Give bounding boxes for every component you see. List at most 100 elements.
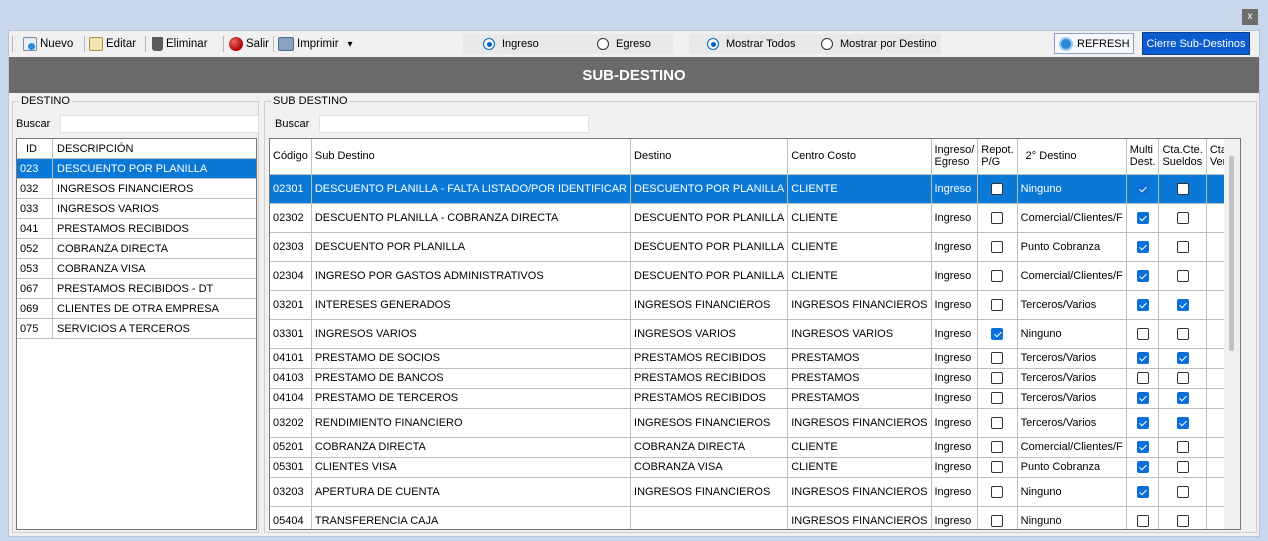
destino-row[interactable]: 023 DESCUENTO POR PLANILLA — [17, 159, 256, 179]
repot-pg-checkbox[interactable] — [991, 441, 1004, 454]
multi-dest-checkbox[interactable] — [1136, 514, 1149, 527]
editar-button[interactable]: Editar — [89, 35, 136, 53]
radio-mostrar-todos[interactable]: Mostrar Todos — [707, 38, 796, 50]
multi-dest-checkbox[interactable] — [1136, 441, 1149, 454]
repot-pg-checkbox[interactable] — [991, 461, 1004, 474]
destino-row[interactable]: 052 COBRANZA DIRECTA — [17, 239, 256, 259]
chevron-down-icon[interactable]: ▾ — [348, 39, 353, 50]
multi-dest-checkbox[interactable] — [1136, 211, 1149, 224]
table-row[interactable]: 04104 PRESTAMO DE TERCEROS PRESTAMOS RECIB… — [270, 388, 1240, 409]
cta-sueldos-checkbox[interactable] — [1176, 514, 1189, 527]
cta-sueldos-checkbox[interactable] — [1176, 269, 1189, 282]
table-row[interactable]: 04103 PRESTAMO DE BANCOS PRESTAMOS RECIBID… — [270, 368, 1240, 389]
cta-sueldos-checkbox[interactable] — [1176, 441, 1189, 454]
table-row[interactable]: 05301 CLIENTES VISA COBRANZA VISA CLIENTE In… — [270, 457, 1240, 478]
imprimir-button[interactable]: Imprimir ▾ — [278, 35, 353, 53]
cta-sueldos-checkbox[interactable] — [1176, 372, 1189, 385]
table-row[interactable]: 03202 RENDIMIENTO FINANCIERO INGRESOS FINA… — [270, 408, 1240, 438]
eliminar-button[interactable]: Eliminar — [152, 35, 208, 53]
cta-sueldos-checkbox[interactable] — [1176, 298, 1189, 311]
destino-row[interactable]: 053 COBRANZA VISA — [17, 259, 256, 279]
multi-dest-checkbox[interactable] — [1136, 269, 1149, 282]
destino-row[interactable]: 067 PRESTAMOS RECIBIDOS - DT — [17, 279, 256, 299]
tipo-radio-group: Ingreso Egreso — [463, 34, 673, 54]
destino-row[interactable]: 075 SERVICIOS A TERCEROS — [17, 319, 256, 339]
scrollbar-thumb[interactable] — [1229, 156, 1234, 351]
repot-pg-checkbox[interactable] — [991, 352, 1004, 365]
repot-pg-checkbox[interactable] — [991, 269, 1004, 282]
nuevo-button[interactable]: Nuevo — [23, 35, 73, 53]
header-destino[interactable]: Destino — [630, 139, 789, 175]
cta-sueldos-checkbox[interactable] — [1176, 416, 1189, 429]
radio-ingreso[interactable]: Ingreso — [483, 38, 539, 50]
cta-sueldos-checkbox[interactable] — [1176, 485, 1189, 498]
header-segundo-destino[interactable]: 2° Destino — [1017, 139, 1127, 175]
repot-pg-checkbox[interactable] — [991, 514, 1004, 527]
multi-dest-checkbox[interactable] — [1136, 485, 1149, 498]
cta-sueldos-checkbox[interactable] — [1176, 392, 1189, 405]
repot-pg-checkbox[interactable] — [991, 327, 1004, 340]
header-codigo[interactable]: Código — [270, 139, 312, 175]
radio-mostrar-todos-circle[interactable] — [707, 38, 719, 50]
cta-sueldos-checkbox[interactable] — [1176, 327, 1189, 340]
repot-pg-checkbox[interactable] — [991, 485, 1004, 498]
vertical-scrollbar[interactable] — [1224, 139, 1240, 529]
table-row[interactable]: 03201 INTERESES GENERADOS INGRESOS FINANCI… — [270, 290, 1240, 320]
radio-egreso[interactable]: Egreso — [597, 38, 651, 50]
multi-dest-checkbox[interactable] — [1136, 392, 1149, 405]
multi-dest-checkbox[interactable] — [1136, 352, 1149, 365]
repot-pg-checkbox[interactable] — [991, 211, 1004, 224]
repot-pg-checkbox[interactable] — [991, 298, 1004, 311]
radio-ingreso-circle[interactable] — [483, 38, 495, 50]
cta-sueldos-checkbox[interactable] — [1176, 352, 1189, 365]
repot-pg-checkbox[interactable] — [991, 392, 1004, 405]
table-row[interactable]: 02302 DESCUENTO PLANILLA - COBRANZA DIREC… — [270, 203, 1240, 233]
header-centro-costo[interactable]: Centro Costo — [787, 139, 932, 175]
destino-search-input[interactable] — [60, 115, 259, 133]
destino-row[interactable]: 069 CLIENTES DE OTRA EMPRESA — [17, 299, 256, 319]
refresh-button[interactable]: REFRESH — [1054, 33, 1134, 54]
table-row[interactable]: 03301 INGRESOS VARIOS INGRESOS VARIOS INGRE… — [270, 319, 1240, 349]
header-repot-pg[interactable]: Repot. P/G — [977, 139, 1018, 175]
repot-pg-checkbox[interactable] — [991, 182, 1004, 195]
header-sub-destino[interactable]: Sub Destino — [311, 139, 632, 175]
header-ingreso-egreso[interactable]: Ingreso/ Egreso — [931, 139, 979, 175]
destino-row[interactable]: 032 INGRESOS FINANCIEROS — [17, 179, 256, 199]
cta-sueldos-checkbox[interactable] — [1176, 461, 1189, 474]
table-row[interactable]: 02304 INGRESO POR GASTOS ADMINISTRATIVOS D… — [270, 261, 1240, 291]
close-icon[interactable]: x — [1242, 9, 1258, 25]
multi-dest-checkbox[interactable] — [1136, 416, 1149, 429]
table-row[interactable]: 05201 COBRANZA DIRECTA COBRANZA DIRECTA CLI… — [270, 437, 1240, 458]
subdestino-search-input[interactable] — [319, 115, 589, 133]
destino-row[interactable]: 033 INGRESOS VARIOS — [17, 199, 256, 219]
radio-mostrar-destino[interactable]: Mostrar por Destino — [821, 38, 937, 50]
multi-dest-checkbox[interactable] — [1136, 182, 1149, 195]
cta-sueldos-checkbox[interactable] — [1176, 211, 1189, 224]
repot-pg-checkbox[interactable] — [991, 372, 1004, 385]
header-cta-sueldos[interactable]: Cta.Cte. Sueldos — [1158, 139, 1207, 175]
table-row[interactable]: 05404 TRANSFERENCIA CAJA INGRESOS FINANCIE… — [270, 506, 1240, 529]
repot-pg-checkbox[interactable] — [991, 416, 1004, 429]
multi-dest-checkbox[interactable] — [1136, 461, 1149, 474]
header-multi-dest[interactable]: Multi Dest. — [1126, 139, 1160, 175]
table-row[interactable]: 02301 DESCUENTO PLANILLA - FALTA LISTADO/… — [270, 174, 1240, 204]
ingreso-egreso-cell: Ingreso — [931, 457, 979, 478]
repot-pg-checkbox[interactable] — [991, 240, 1004, 253]
radio-mostrar-destino-circle[interactable] — [821, 38, 833, 50]
cta-sueldos-checkbox[interactable] — [1176, 182, 1189, 195]
multi-dest-checkbox[interactable] — [1136, 372, 1149, 385]
cierre-sub-destinos-button[interactable]: Cierre Sub-Destinos — [1142, 32, 1250, 55]
cta-sueldos-checkbox[interactable] — [1176, 240, 1189, 253]
multi-dest-checkbox[interactable] — [1136, 240, 1149, 253]
radio-egreso-circle[interactable] — [597, 38, 609, 50]
multi-dest-checkbox[interactable] — [1136, 327, 1149, 340]
multi-dest-checkbox[interactable] — [1136, 298, 1149, 311]
destino-row[interactable]: 041 PRESTAMOS RECIBIDOS — [17, 219, 256, 239]
multi-dest-cell — [1126, 368, 1160, 389]
table-row[interactable]: 03203 APERTURA DE CUENTA INGRESOS FINANCIE… — [270, 477, 1240, 507]
table-row[interactable]: 04101 PRESTAMO DE SOCIOS PRESTAMOS RECIBID… — [270, 348, 1240, 369]
header-id[interactable]: ID — [17, 139, 53, 158]
salir-button[interactable]: Salir — [229, 35, 269, 53]
header-descripcion[interactable]: DESCRIPCIÓN — [53, 139, 256, 158]
table-row[interactable]: 02303 DESCUENTO POR PLANILLA DESCUENTO POR… — [270, 232, 1240, 262]
